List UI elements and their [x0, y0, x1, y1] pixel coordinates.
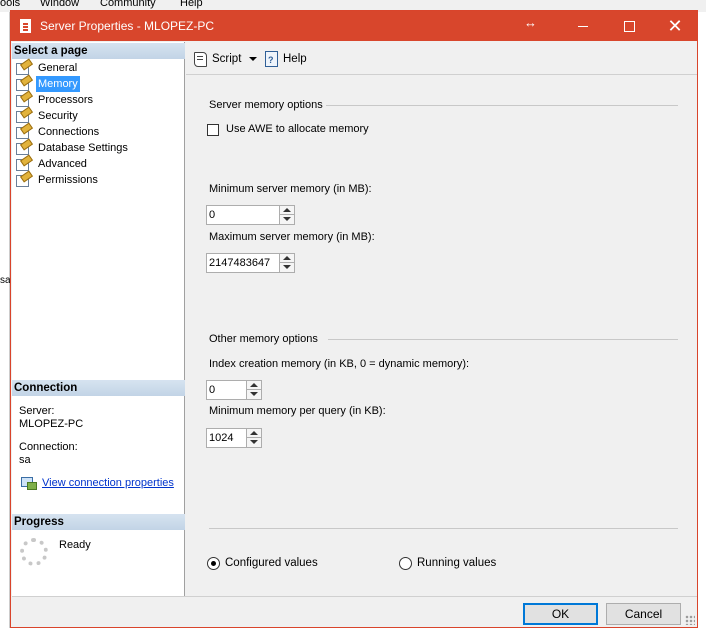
background-bottom-panel	[0, 628, 706, 643]
other-memory-options-title: Other memory options	[209, 333, 318, 345]
min-server-memory-label: Minimum server memory (in MB):	[209, 183, 372, 195]
group-divider	[326, 105, 678, 106]
spin-up-icon[interactable]	[280, 206, 294, 215]
connection-header: Connection	[12, 380, 185, 396]
page-selector-pane: Select a page General Memory Processors …	[12, 42, 185, 596]
min-server-memory-stepper[interactable]: 0	[206, 205, 295, 225]
title-bar[interactable]: Server Properties - MLOPEZ-PC ↔ ✕	[11, 11, 697, 41]
awe-checkbox[interactable]	[207, 124, 219, 136]
window-title: Server Properties - MLOPEZ-PC	[40, 19, 215, 33]
group-divider	[328, 339, 678, 340]
script-label: Script	[212, 53, 242, 65]
bg-menu-community[interactable]: Community	[100, 0, 156, 9]
spin-down-icon[interactable]	[280, 263, 294, 272]
server-memory-options-title: Server memory options	[209, 99, 323, 111]
bg-menu-help[interactable]: Help	[180, 0, 203, 9]
sidebar-item-security[interactable]: Security	[15, 108, 80, 124]
close-button[interactable]: ✕	[652, 11, 698, 41]
script-icon	[193, 51, 208, 68]
configured-values-label[interactable]: Configured values	[225, 557, 318, 569]
background-sa-text: sa	[0, 275, 11, 286]
help-icon	[264, 51, 279, 68]
page-wrench-icon	[15, 157, 31, 172]
bg-menu-window[interactable]: Window	[40, 0, 79, 9]
help-label: Help	[283, 53, 307, 65]
configured-values-radio[interactable]	[207, 557, 220, 570]
minimize-button[interactable]	[560, 11, 606, 41]
script-button[interactable]: Script	[193, 51, 258, 69]
spin-up-icon[interactable]	[247, 429, 261, 438]
page-wrench-icon	[15, 77, 31, 92]
app-icon	[20, 19, 31, 33]
background-right-panel	[698, 12, 706, 643]
progress-header: Progress	[12, 514, 185, 530]
max-server-memory-label: Maximum server memory (in MB):	[209, 231, 375, 243]
spin-up-icon[interactable]	[247, 381, 261, 390]
page-wrench-icon	[15, 109, 31, 124]
progress-status: Ready	[59, 539, 91, 551]
sidebar-item-label: Processors	[38, 94, 94, 107]
server-properties-dialog: Server Properties - MLOPEZ-PC ↔ ✕ Select…	[10, 10, 698, 628]
sidebar-item-label: Memory	[36, 76, 80, 93]
server-label: Server:	[19, 405, 55, 417]
index-creation-memory-stepper[interactable]: 0	[206, 380, 262, 400]
maximize-button[interactable]	[606, 11, 652, 41]
sidebar-item-label: Connections	[38, 126, 100, 139]
spin-up-icon[interactable]	[280, 254, 294, 263]
bg-menu-tools[interactable]: ools	[0, 0, 20, 9]
memory-page-content: Server memory options Use AWE to allocat…	[186, 76, 697, 596]
spin-down-icon[interactable]	[247, 438, 261, 447]
sidebar-item-permissions[interactable]: Permissions	[15, 172, 100, 188]
max-server-memory-value[interactable]: 2147483647	[209, 257, 270, 269]
min-server-memory-value[interactable]: 0	[209, 209, 215, 221]
resize-arrows-icon: ↔	[524, 15, 537, 30]
sidebar-item-database-settings[interactable]: Database Settings	[15, 140, 130, 156]
background-left-panel	[0, 12, 10, 643]
ok-button[interactable]: OK	[523, 603, 598, 625]
index-creation-memory-label: Index creation memory (in KB, 0 = dynami…	[209, 358, 470, 370]
page-wrench-icon	[15, 61, 31, 76]
resize-grip-icon[interactable]	[685, 615, 695, 625]
sidebar-item-label: Security	[38, 110, 78, 123]
page-wrench-icon	[15, 141, 31, 156]
sidebar-item-label: Advanced	[38, 158, 87, 171]
view-connection-properties-link[interactable]: View connection properties	[42, 477, 174, 489]
select-page-header: Select a page	[12, 43, 185, 59]
connection-label: Connection:	[19, 441, 78, 453]
page-wrench-icon	[15, 125, 31, 140]
min-memory-per-query-label: Minimum memory per query (in KB):	[209, 405, 386, 417]
spin-down-icon[interactable]	[280, 215, 294, 224]
max-server-memory-stepper[interactable]: 2147483647	[206, 253, 295, 273]
running-values-label[interactable]: Running values	[417, 557, 496, 569]
page-wrench-icon	[15, 93, 31, 108]
cancel-button[interactable]: Cancel	[606, 603, 681, 625]
spin-buttons	[246, 429, 261, 447]
chevron-down-icon[interactable]	[249, 56, 258, 61]
sidebar-item-advanced[interactable]: Advanced	[15, 156, 89, 172]
index-creation-memory-value[interactable]: 0	[209, 384, 215, 396]
spin-buttons	[279, 206, 294, 224]
min-memory-per-query-value[interactable]: 1024	[209, 432, 233, 444]
sidebar-item-label: Database Settings	[38, 142, 128, 155]
sidebar-item-general[interactable]: General	[15, 60, 79, 76]
spin-down-icon[interactable]	[247, 390, 261, 399]
sidebar-item-label: General	[38, 62, 78, 75]
awe-checkbox-label[interactable]: Use AWE to allocate memory	[226, 123, 369, 135]
bottom-divider	[209, 528, 678, 529]
connection-properties-icon	[20, 476, 37, 490]
progress-spinner-icon	[20, 538, 48, 566]
help-button[interactable]: Help	[264, 51, 307, 69]
server-value: MLOPEZ-PC	[19, 418, 84, 430]
running-values-radio[interactable]	[399, 557, 412, 570]
spin-buttons	[246, 381, 261, 399]
toolbar: Script Help	[186, 42, 697, 75]
connection-value: sa	[19, 454, 31, 466]
min-memory-per-query-stepper[interactable]: 1024	[206, 428, 262, 448]
spin-buttons	[279, 254, 294, 272]
dialog-footer: OK Cancel	[12, 596, 697, 627]
sidebar-item-memory[interactable]: Memory	[15, 76, 80, 93]
sidebar-item-label: Permissions	[38, 174, 98, 187]
sidebar-item-processors[interactable]: Processors	[15, 92, 95, 108]
page-wrench-icon	[15, 173, 31, 188]
